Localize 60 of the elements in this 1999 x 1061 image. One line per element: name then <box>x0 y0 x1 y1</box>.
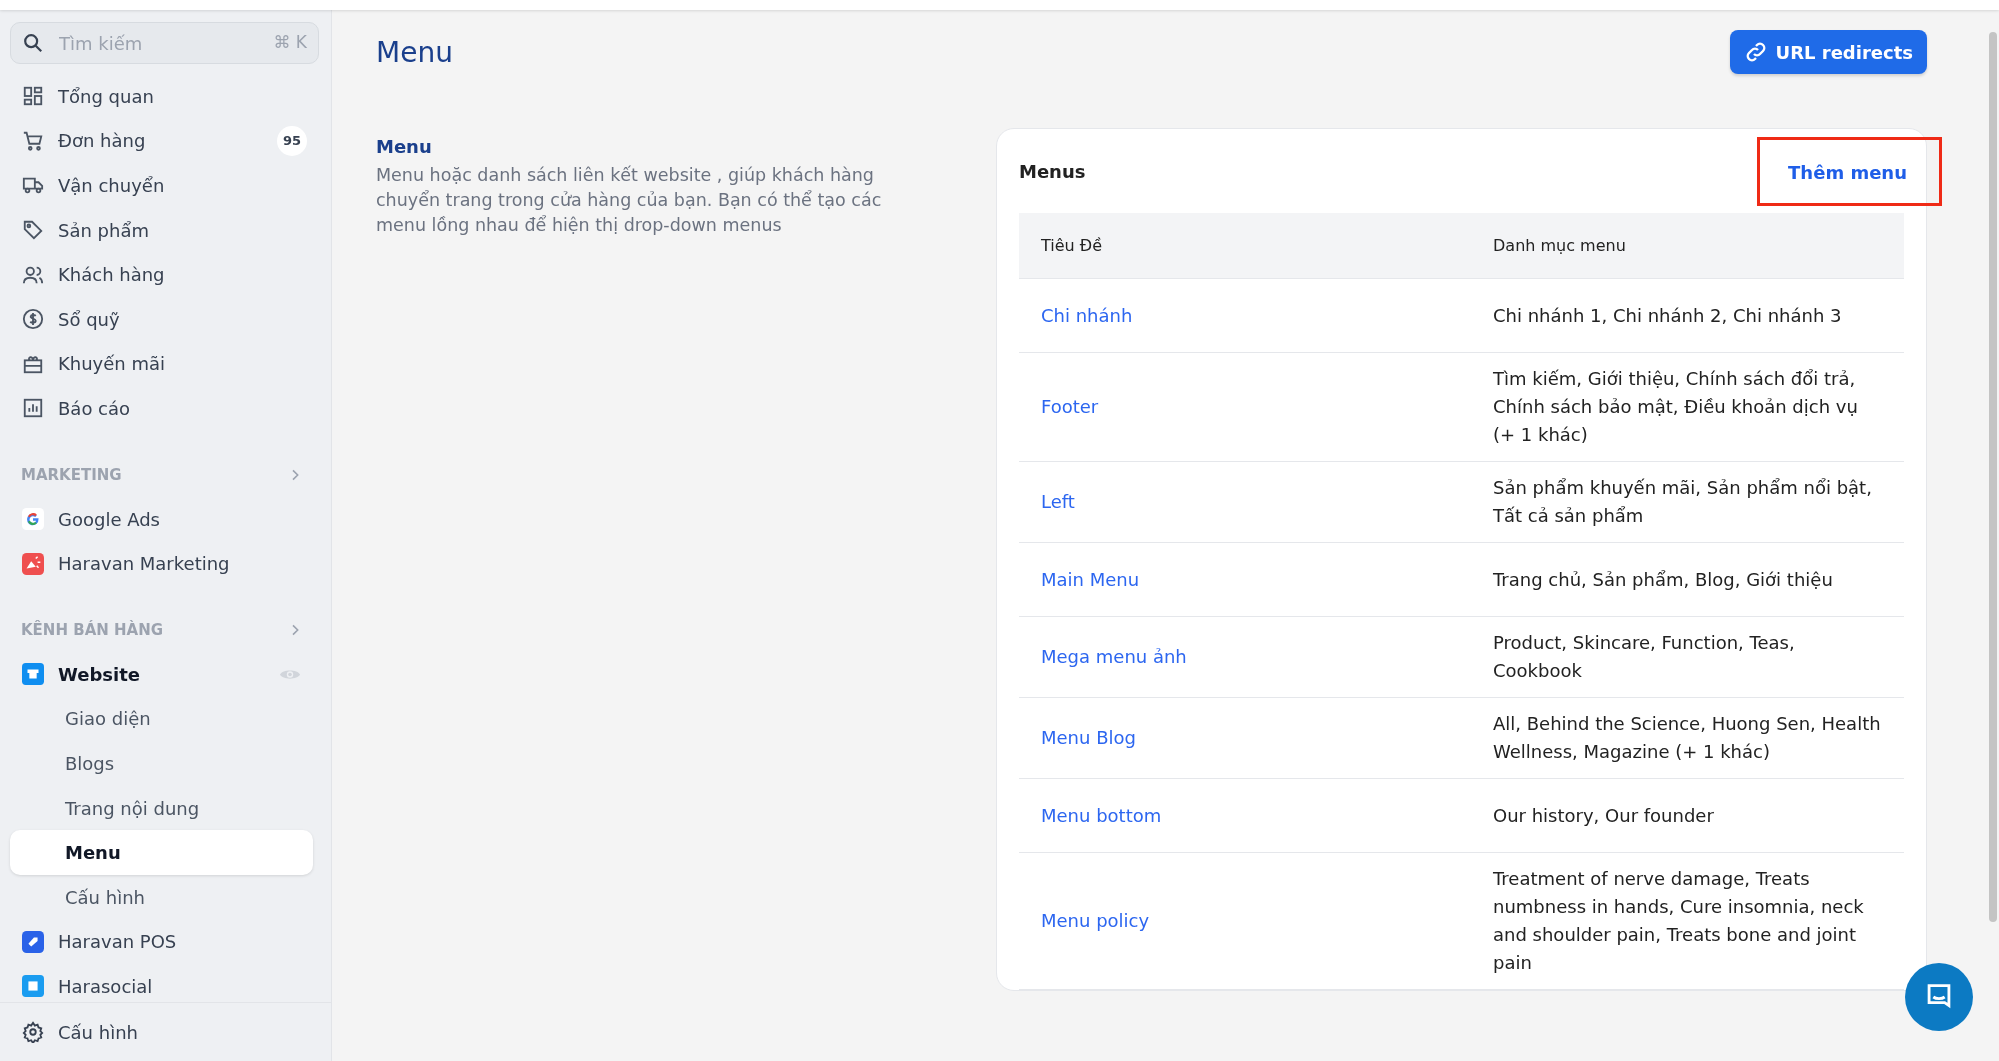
count-badge: 95 <box>277 125 307 156</box>
dashboard-icon <box>22 85 44 108</box>
table-cell-text: Trang chủ, Sản phẩm, Blog, Giới thiệu <box>1492 567 1834 592</box>
column-header: Danh mục menu <box>1492 234 1627 257</box>
page-title: Menu <box>376 35 453 69</box>
nav-item[interactable]: Haravan Marketing <box>10 541 319 586</box>
table-cell-text: Treatment of nerve damage, Treats numbness in hands, Cure insomnia, neck and shoulder pain, Treats bone and joint pain <box>1492 867 1865 975</box>
settings-icon <box>22 1021 44 1043</box>
table-cell-text: All, Behind the Science, Huong Sen, Health Wellness, Magazine (+ 1 khác) <box>1492 712 1882 764</box>
table-cell-text: Our history, Our founder <box>1492 803 1715 828</box>
tag-icon <box>22 219 44 242</box>
menu-link[interactable]: Menu bottom <box>1019 789 1471 842</box>
menu-link[interactable]: Main Menu <box>1019 553 1471 606</box>
table-cell-text: Product, Skincare, Function, Teas, Cookbook <box>1492 631 1796 683</box>
dollar-icon <box>22 308 44 331</box>
table-cell-text: Tìm kiếm, Giới thiệu, Chính sách đổi trả, Chính sách bảo mật, Điều khoản dịch vụ (+ 1 khác) <box>1492 367 1859 447</box>
sub-nav-item[interactable]: Menu <box>10 830 313 875</box>
sub-nav-item[interactable]: Cấu hình <box>10 874 319 920</box>
store-icon <box>22 663 44 686</box>
section-description: Menu hoặc danh sách liên kết website , giúp khách hàng chuyển trang trong cửa hàng của bạn. Bạn có thể tạo các menu lồng nhau để hiện thị drop-down menus <box>376 164 883 237</box>
nav-item[interactable]: Báo cáo <box>10 386 319 431</box>
menu-link[interactable]: Chi nhánh <box>1019 289 1471 342</box>
megaphone-icon <box>22 552 44 575</box>
section-heading: KÊNH BÁN HÀNG <box>21 620 164 639</box>
sub-nav-item[interactable]: Trang nội dung <box>10 785 319 831</box>
nav-item[interactable]: Khuyến mãi <box>10 341 319 387</box>
menu-link[interactable]: Menu Blog <box>1019 712 1471 764</box>
social-icon <box>22 975 44 998</box>
shortcut-hint: ⌘ K <box>273 32 307 52</box>
menu-link[interactable]: Menu policy <box>1019 895 1471 947</box>
url-redirects-button[interactable]: URL redirects <box>1729 30 1927 74</box>
nav-item[interactable]: Sản phẩm <box>10 207 319 253</box>
menu-link[interactable]: Left <box>1019 476 1471 528</box>
menu-link[interactable]: Footer <box>1019 381 1471 433</box>
pos-icon <box>22 930 44 953</box>
nav-item[interactable]: Vận chuyển <box>10 163 319 208</box>
column-header: Tiêu Đề <box>1040 234 1104 257</box>
cart-icon <box>22 129 44 152</box>
card-title: Menus <box>1019 160 1086 182</box>
nav-item[interactable]: Đơn hàng 95 <box>10 118 319 164</box>
nav-item[interactable]: Google Ads <box>10 496 319 542</box>
section-heading: MARKETING <box>21 465 122 484</box>
sub-nav-item[interactable]: Blogs <box>10 741 319 786</box>
nav-item[interactable]: Tổng quan <box>10 74 319 119</box>
section-title: Menu <box>376 136 433 157</box>
search-icon <box>22 32 44 54</box>
chart-icon <box>22 397 44 420</box>
scrollbar[interactable] <box>1989 32 1997 922</box>
nav-item[interactable]: Khách hàng <box>10 252 319 297</box>
table-cell-text: Chi nhánh 1, Chi nhánh 2, Chi nhánh 3 <box>1492 303 1843 328</box>
nav-item[interactable]: Website <box>10 651 319 697</box>
google-icon <box>22 508 44 531</box>
nav-item[interactable]: Sổ quỹ <box>10 296 319 342</box>
sub-nav-item[interactable]: Giao diện <box>10 696 319 742</box>
table-cell-text: Sản phẩm khuyến mãi, Sản phẩm nổi bật, Tất cả sản phẩm <box>1492 476 1873 528</box>
settings-item[interactable]: Cấu hình <box>10 1009 321 1055</box>
add-menu-link[interactable]: Thêm menu <box>1788 161 1907 183</box>
nav-item[interactable]: Harasocial <box>10 964 319 1002</box>
nav-item[interactable]: Haravan POS <box>10 919 319 965</box>
menu-link[interactable]: Mega menu ảnh <box>1019 631 1471 683</box>
